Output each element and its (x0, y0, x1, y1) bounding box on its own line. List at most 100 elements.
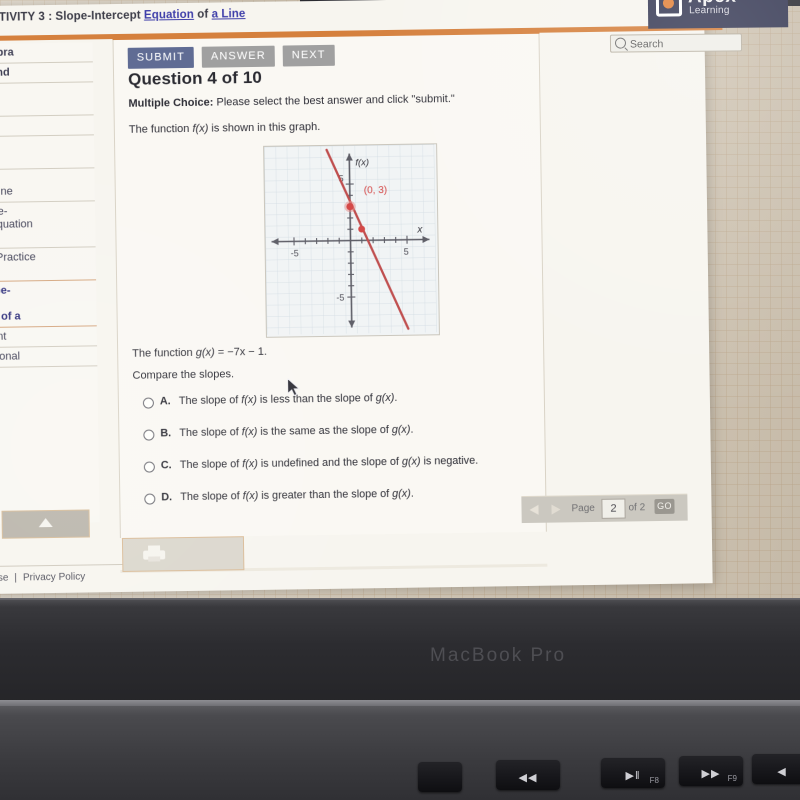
laptop-bottom-bezel (0, 600, 800, 712)
sidebar-scroll-up-button[interactable] (1, 509, 90, 539)
sidebar-item-5[interactable]: ept a Line (0, 168, 95, 204)
play-pause-key-fnum: F8 (649, 776, 659, 785)
submit-button[interactable]: SUBMIT (127, 46, 195, 69)
choice-b-text: The slope of f(x) is the same as the slo… (179, 424, 413, 439)
pagination-bar: Page 2 of 2 GO (521, 493, 688, 524)
printer-icon[interactable] (143, 545, 166, 562)
scroll-up-arrow-icon (38, 518, 53, 528)
choice-b-part1: The slope of (179, 426, 242, 440)
choice-b-fx: f(x) (241, 425, 258, 439)
brand-tagline: Learning (688, 4, 730, 17)
sidebar-item-6[interactable]: lope- t Equation e (0, 201, 96, 250)
page-total-label: of 2 (628, 502, 646, 514)
choice-a-fx: f(x) (241, 393, 257, 407)
choice-c-part3: is negative. (420, 454, 479, 468)
photo-scene: ACTIVITY 3 : Slope-Intercept Equation of… (0, 0, 800, 800)
course-sidebar: lgebra s and s ept a Line lope- t Equati… (0, 42, 100, 525)
choice-a-letter: A. (159, 395, 171, 408)
extra-key-left[interactable] (418, 762, 462, 792)
question-content-panel: SUBMIT ANSWER NEXT Question 4 of 10 Multip… (112, 33, 547, 539)
choice-b-letter: B. (160, 427, 172, 440)
volume-key[interactable]: ◀ (752, 754, 800, 784)
print-toolbar[interactable] (121, 536, 245, 572)
instruction-bold: Multiple Choice: (128, 96, 214, 110)
search-icon (614, 37, 627, 49)
activity-mid: of (193, 8, 212, 21)
point-annotation-0-3: (0, 3) (364, 185, 388, 196)
choice-a-part2: is less than the slope of (256, 392, 376, 406)
radio-b[interactable] (143, 429, 155, 441)
sidebar-item-3[interactable]: s (0, 115, 94, 138)
choice-d[interactable]: D. The slope of f(x) is greater than the… (144, 486, 534, 524)
sidebar-item-10[interactable]: ditional (0, 346, 98, 369)
mouse-cursor (287, 378, 301, 396)
radio-a[interactable] (142, 397, 154, 409)
apex-logo-mark-icon (655, 0, 683, 17)
go-button[interactable]: GO (654, 498, 675, 515)
macbook-pro-label: MacBook Pro (430, 645, 567, 666)
search-placeholder: Search (629, 38, 664, 51)
answer-button[interactable]: ANSWER (201, 45, 275, 68)
terms-of-use-link[interactable]: of Use (0, 573, 8, 584)
link-a-line[interactable]: a Line (212, 8, 246, 21)
y-axis-label: f(x) (355, 157, 369, 168)
choice-a-part1: The slope of (178, 394, 242, 408)
page-number-input[interactable]: 2 (601, 498, 626, 519)
sidebar-item-9[interactable]: dent (0, 326, 98, 349)
sidebar-item-2[interactable] (0, 82, 94, 118)
prompt-post: is shown in this graph. (208, 120, 321, 135)
fast-forward-key[interactable]: ▶▶ F9 (679, 756, 743, 786)
xtick-label-minus5: -5 (291, 248, 299, 258)
footer-divider: | (14, 572, 18, 584)
arrow-left-icon[interactable] (529, 504, 539, 515)
function-graph: -5 5 5 -5 f(x) x (0, 3) (263, 143, 440, 338)
volume-key-glyph: ◀ (777, 766, 787, 778)
choice-d-part1: The slope of (180, 490, 243, 504)
question-title: Question 4 of 10 (127, 67, 263, 89)
choice-a-part3: . (394, 391, 398, 404)
activity-prefix: ACTIVITY 3 : Slope-Intercept (0, 9, 141, 24)
browser-page: ACTIVITY 3 : Slope-Intercept Equation of… (0, 0, 731, 602)
printer-output (148, 556, 161, 562)
instruction-rest: Please select the best answer and click … (213, 92, 455, 109)
rewind-key-glyph: ◀◀ (518, 772, 538, 784)
link-equation[interactable]: Equation (144, 9, 194, 22)
sidebar-item-1[interactable]: s and (0, 62, 94, 85)
xtick-label-5: 5 (404, 247, 409, 257)
next-button[interactable]: NEXT (282, 44, 335, 67)
radio-d[interactable] (144, 493, 156, 505)
rewind-key[interactable]: ◀◀ (496, 760, 560, 790)
question-instruction: Multiple Choice: Please select the best … (128, 93, 454, 110)
arrow-right-icon[interactable] (551, 504, 561, 515)
prompt-pre: The function (128, 122, 193, 136)
search-input[interactable]: Search (609, 33, 743, 53)
choice-c-gx: g(x) (401, 455, 421, 468)
radio-c[interactable] (143, 461, 155, 473)
apex-learning-logo: Apex Learning (647, 0, 789, 29)
choice-d-letter: D. (161, 491, 173, 504)
choice-c-fx: f(x) (242, 457, 258, 471)
sidebar-item-8[interactable]: lope- pt on of a (0, 280, 97, 329)
prompt-fx: f(x) (192, 122, 209, 135)
choice-c-part2: is undefined and the slope of (257, 455, 402, 470)
page-label: Page (571, 502, 595, 515)
privacy-policy-link[interactable]: Privacy Policy (23, 572, 85, 584)
graph-svg: -5 5 5 -5 f(x) x (0, 3) (264, 144, 437, 335)
question-button-row: SUBMIT ANSWER NEXT (127, 44, 343, 69)
choice-b-gx: g(x) (391, 423, 411, 436)
answer-choices: A. The slope of f(x) is less than the sl… (142, 390, 535, 524)
sidebar-item-7[interactable]: p: Practice ns (0, 247, 97, 283)
gfn-gx: g(x) (195, 346, 215, 359)
play-pause-key[interactable]: ▶‖ F8 (601, 758, 665, 788)
compare-slopes-text: Compare the slopes. (132, 368, 235, 382)
choice-b-part3: . (410, 423, 414, 436)
choice-d-gx: g(x) (392, 487, 411, 500)
fast-forward-key-fnum: F9 (727, 774, 737, 783)
choice-d-text: The slope of f(x) is greater than the sl… (180, 488, 414, 503)
choice-d-part2: is greater than the slope of (258, 487, 393, 502)
laptop-deck: ◀◀ ▶‖ F8 ▶▶ F9 ◀ (0, 706, 800, 800)
sidebar-item-4[interactable] (0, 135, 95, 171)
choice-b-part2: is the same as the slope of (257, 423, 392, 438)
sidebar-item-0[interactable]: lgebra (0, 42, 93, 65)
g-function-text: The function g(x) = −7x − 1. (132, 346, 267, 360)
